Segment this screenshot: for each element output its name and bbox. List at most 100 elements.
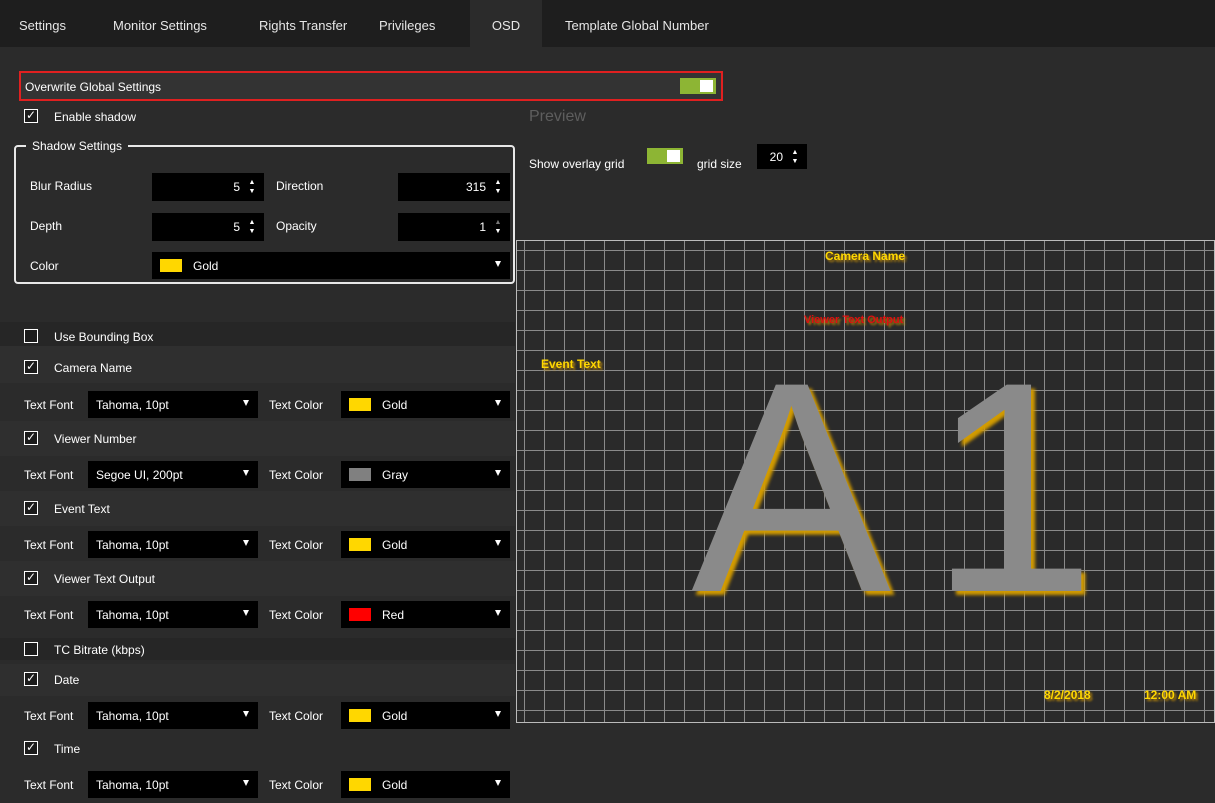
preview-canvas: Camera Name Viewer Text Output Event Tex… (516, 240, 1215, 723)
enable-shadow-row: ✓ Enable shadow (0, 101, 515, 133)
tab-rights-transfer[interactable]: Rights Transfer (257, 0, 349, 47)
text-color-label: Text Color (269, 709, 324, 723)
tc-bitrate-row: TC Bitrate (kbps) (0, 638, 515, 660)
shadow-color-dropdown[interactable]: Gold (152, 252, 510, 279)
use-bounding-box-label: Use Bounding Box (54, 330, 154, 344)
viewer-text-output-checkbox[interactable]: ✓ (24, 571, 38, 585)
tab-privileges[interactable]: Privileges (377, 0, 437, 47)
text-font-label: Text Font (24, 608, 74, 622)
viewer-text-output-font-dropdown[interactable]: Tahoma, 10pt (88, 601, 258, 628)
viewer-text-output-row: ✓ Viewer Text Output (0, 561, 515, 596)
camera-name-color-dropdown[interactable]: Gold (341, 391, 510, 418)
chevron-down-icon (243, 540, 249, 546)
event-text-color-dropdown[interactable]: Gold (341, 531, 510, 558)
spinner-arrows-icon[interactable]: ▲ ▼ (494, 178, 502, 196)
camera-name-font-dropdown[interactable]: Tahoma, 10pt (88, 391, 258, 418)
tab-settings[interactable]: Settings (17, 0, 68, 47)
camera-name-label: Camera Name (54, 361, 133, 375)
color-swatch (349, 709, 371, 722)
tab-template-global-number[interactable]: Template Global Number (563, 0, 711, 47)
viewer-number-color-dropdown[interactable]: Gray (341, 461, 510, 488)
show-overlay-grid-label: Show overlay grid (529, 157, 625, 171)
date-row: ✓ Date (0, 664, 515, 696)
camera-name-checkbox[interactable]: ✓ (24, 360, 38, 374)
overlay-viewer-number[interactable]: A1 (691, 337, 1134, 637)
depth-label: Depth (30, 219, 63, 233)
color-swatch (349, 778, 371, 791)
overlay-date[interactable]: 8/2/2018 (1044, 688, 1091, 702)
text-font-label: Text Font (24, 468, 74, 482)
text-color-label: Text Color (269, 778, 324, 792)
tab-osd[interactable]: OSD (470, 0, 542, 47)
tab-monitor-settings[interactable]: Monitor Settings (111, 0, 209, 47)
event-text-checkbox[interactable]: ✓ (24, 501, 38, 515)
tc-bitrate-checkbox[interactable] (24, 642, 38, 656)
overlay-camera-name[interactable]: Camera Name (825, 249, 905, 263)
chevron-down-icon (243, 400, 249, 406)
text-font-label: Text Font (24, 778, 74, 792)
date-color-dropdown[interactable]: Gold (341, 702, 510, 729)
chevron-down-icon (495, 780, 501, 786)
blur-radius-spinner[interactable]: 5 ▲ ▼ (152, 173, 264, 201)
spinner-arrows-icon[interactable]: ▲ ▼ (248, 218, 256, 236)
overlay-time[interactable]: 12:00 AM (1144, 688, 1196, 702)
text-color-label: Text Color (269, 398, 324, 412)
overwrite-global-settings-toggle[interactable] (680, 78, 716, 94)
spinner-arrows-icon[interactable]: ▲ ▼ (791, 148, 799, 166)
depth-spinner[interactable]: 5 ▲ ▼ (152, 213, 264, 241)
time-color-dropdown[interactable]: Gold (341, 771, 510, 798)
color-swatch (349, 608, 371, 621)
text-color-label: Text Color (269, 468, 324, 482)
camera-name-row: ✓ Camera Name (0, 346, 515, 383)
use-bounding-box-row: Use Bounding Box (0, 322, 515, 346)
chevron-down-icon (243, 711, 249, 717)
grid-size-label: grid size (697, 157, 742, 171)
opacity-spinner[interactable]: 1 ▲ ▼ (398, 213, 510, 241)
show-overlay-grid-toggle[interactable] (647, 148, 683, 164)
date-font-dropdown[interactable]: Tahoma, 10pt (88, 702, 258, 729)
tc-bitrate-label: TC Bitrate (kbps) (54, 643, 145, 657)
grid-size-spinner[interactable]: 20 ▲ ▼ (757, 144, 807, 169)
viewer-text-output-label: Viewer Text Output (54, 572, 155, 586)
text-font-label: Text Font (24, 709, 74, 723)
viewer-number-font-dropdown[interactable]: Segoe UI, 200pt (88, 461, 258, 488)
viewer-number-row: ✓ Viewer Number (0, 421, 515, 456)
overlay-event-text[interactable]: Event Text (541, 357, 601, 371)
time-row: ✓ Time (0, 734, 515, 764)
time-label: Time (54, 742, 81, 756)
text-color-label: Text Color (269, 608, 324, 622)
tab-bar: Settings Monitor Settings Rights Transfe… (0, 0, 1215, 47)
text-color-label: Text Color (269, 538, 324, 552)
opacity-label: Opacity (276, 219, 317, 233)
viewer-number-label: Viewer Number (54, 432, 137, 446)
text-font-label: Text Font (24, 538, 74, 552)
chevron-down-icon (495, 711, 501, 717)
enable-shadow-checkbox[interactable]: ✓ (24, 109, 38, 123)
chevron-down-icon (243, 470, 249, 476)
shadow-color-label: Color (30, 259, 59, 273)
text-font-label: Text Font (24, 398, 74, 412)
chevron-down-icon (495, 400, 501, 406)
viewer-text-output-color-dropdown[interactable]: Red (341, 601, 510, 628)
chevron-down-icon (495, 261, 501, 267)
overwrite-global-settings-row: Overwrite Global Settings (19, 71, 723, 101)
chevron-down-icon (495, 470, 501, 476)
event-text-font-dropdown[interactable]: Tahoma, 10pt (88, 531, 258, 558)
preview-title: Preview (529, 108, 586, 125)
spinner-arrows-icon[interactable]: ▲ ▼ (494, 218, 502, 236)
chevron-down-icon (243, 780, 249, 786)
use-bounding-box-checkbox[interactable] (24, 329, 38, 343)
time-checkbox[interactable]: ✓ (24, 741, 38, 755)
color-swatch (160, 259, 182, 272)
date-label: Date (54, 673, 80, 687)
color-swatch (349, 398, 371, 411)
event-text-row: ✓ Event Text (0, 491, 515, 526)
viewer-number-checkbox[interactable]: ✓ (24, 431, 38, 445)
chevron-down-icon (243, 610, 249, 616)
direction-spinner[interactable]: 315 ▲ ▼ (398, 173, 510, 201)
date-checkbox[interactable]: ✓ (24, 672, 38, 686)
color-swatch (349, 468, 371, 481)
shadow-settings-legend: Shadow Settings (26, 139, 129, 153)
time-font-dropdown[interactable]: Tahoma, 10pt (88, 771, 258, 798)
spinner-arrows-icon[interactable]: ▲ ▼ (248, 178, 256, 196)
